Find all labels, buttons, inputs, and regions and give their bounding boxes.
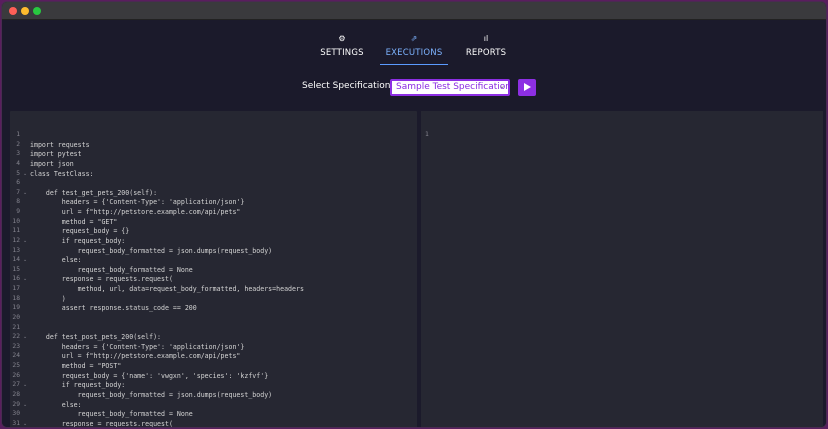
line-number: 23 [12,342,20,350]
line-number: 10 [12,217,20,225]
line-number: 9 [16,208,20,216]
fold-chevron-icon[interactable]: ⌄ [23,171,27,177]
code-line: else: [30,400,82,409]
fold-chevron-icon[interactable]: ⌄ [23,238,27,244]
code-line: ) [30,294,66,303]
fold-chevron-icon[interactable]: ⌄ [23,421,27,427]
line-number: 19 [12,304,20,312]
spec-select[interactable]: Sample Test Specification ⌄ [390,79,510,96]
code-line: if request_body: [30,236,126,245]
line-number: 29 [12,400,20,408]
spec-row: Select Specification Sample Test Specifi… [2,79,826,97]
code-line: request_body_formatted = None [30,410,193,419]
line-number: 2 [16,140,20,148]
code-line: def test_get_pets_200(self): [30,188,158,197]
code-editor[interactable]: 1 2 import requests 3 import pytest 4 import j… [10,111,417,428]
tab-executions[interactable]: ⇗ EXECUTIONS [380,34,448,65]
line-number: 31 [12,419,20,427]
line-number: 13 [12,246,20,254]
line-number: 17 [12,285,20,293]
code-line: else: [30,256,82,265]
line-number: 1 [425,131,429,138]
line-number: 18 [12,294,20,302]
line-number: 5 [16,169,20,177]
line-number: 26 [12,371,20,379]
run-button[interactable] [518,79,536,96]
code-line: import json [30,159,74,168]
line-number: 12 [12,236,20,244]
tab-settings-label: SETTINGS [320,48,364,58]
code-line: import requests [30,140,90,149]
app-window: ⚙ SETTINGS ⇗ EXECUTIONS ıl REPORTS Selec… [1,1,827,428]
gear-icon: ⚙ [338,34,346,43]
code-line: method = "GET" [30,217,118,226]
close-window-button[interactable] [9,7,17,15]
code-line: if request_body: [30,381,126,390]
code-line: request_body = {'name': 'vwgxn', 'specie… [30,371,269,380]
code-line: headers = {'Content-Type': 'application/… [30,342,245,351]
code-line: url = f"http://petstore.example.com/api/… [30,352,241,361]
fold-chevron-icon[interactable]: ⌄ [23,402,27,408]
rocket-icon: ⇗ [410,34,418,43]
line-number: 28 [12,391,20,398]
code-line: request_body_formatted = None [30,265,193,274]
line-number: 22 [12,333,20,341]
title-bar [2,2,826,20]
minimize-window-button[interactable] [21,7,29,15]
chevron-down-icon: ⌄ [499,82,505,90]
tab-executions-label: EXECUTIONS [385,48,443,58]
code-line: url = f"http://petstore.example.com/api/… [30,208,241,217]
line-number: 25 [12,362,20,370]
code-line: request_body_formatted = json.dumps(requ… [30,246,273,255]
line-number: 16 [12,275,20,283]
line-number: 15 [12,265,20,273]
spec-select-value: Sample Test Specification [396,82,510,92]
line-number: 6 [16,179,20,187]
tab-settings[interactable]: ⚙ SETTINGS [308,34,376,64]
fold-chevron-icon[interactable]: ⌄ [23,257,27,263]
fold-chevron-icon[interactable]: ⌄ [23,276,27,282]
code-line: request_body_formatted = json.dumps(requ… [30,391,273,399]
line-number: 11 [12,227,20,235]
line-number: 27 [12,381,20,389]
line-number: 30 [12,410,20,418]
code-line: class TestClass: [30,169,94,178]
line-number: 7 [16,188,20,196]
code-line: assert response.status_code == 200 [30,304,197,313]
bar-chart-icon: ıl [483,34,489,43]
code-line: response = requests.request( [30,419,173,428]
line-number: 8 [16,198,20,206]
fold-chevron-icon[interactable]: ⌄ [23,334,27,340]
app-body: ⚙ SETTINGS ⇗ EXECUTIONS ıl REPORTS Selec… [2,20,826,427]
code-line: import pytest [30,150,82,159]
code-line: response = requests.request( [30,275,173,284]
fold-chevron-icon[interactable]: ⌄ [23,190,27,196]
line-number: 4 [16,159,20,167]
tab-reports[interactable]: ıl REPORTS [452,34,520,64]
fold-chevron-icon[interactable]: ⌄ [23,382,27,388]
tab-reports-label: REPORTS [465,48,507,58]
code-line: def test_post_pets_200(self): [30,333,162,342]
code-line: method, url, data=request_body_formatted… [30,285,304,294]
code-line: headers = {'Content-Type': 'application/… [30,198,245,207]
code-line: request_body = {} [30,227,130,236]
line-number: 20 [12,313,20,321]
line-number: 3 [16,150,20,158]
line-number: 24 [12,352,20,360]
spec-label: Select Specification [302,81,391,91]
maximize-window-button[interactable] [33,7,41,15]
play-icon [524,83,531,91]
line-number: 21 [12,323,20,331]
line-number: 14 [12,256,20,264]
line-number: 1 [16,131,20,138]
code-line: method = "POST" [30,362,122,371]
output-editor[interactable]: 1 [421,111,823,427]
top-nav: ⚙ SETTINGS ⇗ EXECUTIONS ıl REPORTS [2,34,826,66]
